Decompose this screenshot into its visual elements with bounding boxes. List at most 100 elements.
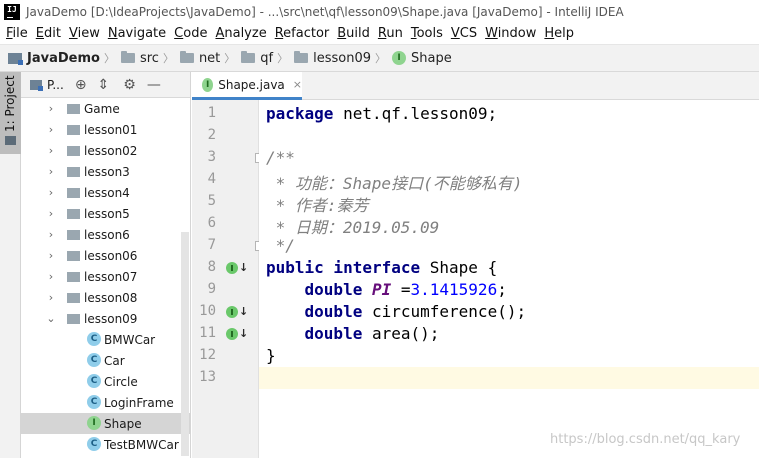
line-number: 3 (207, 149, 216, 165)
menu-edit[interactable]: Edit (33, 26, 66, 41)
breadcrumb-item-qf[interactable]: qf (241, 51, 273, 66)
locate-icon[interactable]: ⊕ (75, 77, 87, 93)
line-number: 11 (199, 325, 216, 341)
menu-analyze[interactable]: Analyze (212, 26, 271, 41)
breadcrumb-item-lesson09[interactable]: lesson09 (294, 51, 371, 66)
editor-tab-shape-java[interactable]: I Shape.java × (192, 72, 302, 100)
chevron-right-icon[interactable]: › (46, 123, 56, 136)
menu-vcs[interactable]: VCS (448, 26, 482, 41)
class-icon: C (87, 437, 101, 451)
project-panel-toolbar: P... ⊕ ⇕ ⚙ — (21, 72, 190, 98)
tree-item-label: lesson6 (84, 227, 130, 242)
tree-item-lesson06[interactable]: › lesson06 (21, 245, 190, 266)
chevron-right-icon[interactable]: › (46, 291, 56, 304)
breadcrumb-item-javademo[interactable]: JavaDemo (8, 51, 100, 66)
chevron-right-icon[interactable]: › (46, 207, 56, 220)
menu-refactor[interactable]: Refactor (272, 26, 335, 41)
menu-navigate[interactable]: Navigate (105, 26, 171, 41)
tree-item-lesson02[interactable]: › lesson02 (21, 140, 190, 161)
menu-help[interactable]: Help (541, 26, 579, 41)
chevron-right-icon[interactable]: › (46, 228, 56, 241)
close-icon[interactable]: × (293, 78, 302, 91)
chevron-right-icon[interactable]: › (46, 270, 56, 283)
implemented-by-icon[interactable]: I (226, 306, 238, 318)
menu-window[interactable]: Window (482, 26, 541, 41)
tree-item-lesson07[interactable]: › lesson07 (21, 266, 190, 287)
minimize-icon[interactable]: — (147, 77, 161, 93)
breadcrumb-item-shape[interactable]: I Shape (392, 51, 452, 66)
code-editor[interactable]: package net.qf.lesson09; /** * 功能：Shape接口… (259, 100, 759, 458)
line-number: 4 (207, 171, 216, 187)
folder-icon (67, 167, 80, 177)
tree-item-label: LoginFrame (104, 395, 174, 410)
line-number: 13 (199, 369, 216, 385)
tree-item-shape[interactable]: I Shape (21, 413, 190, 434)
code-token: PI (371, 280, 392, 299)
chevron-right-icon[interactable]: › (46, 186, 56, 199)
code-token: } (266, 346, 276, 365)
code-token: */ (266, 236, 295, 255)
tree-item-lesson4[interactable]: › lesson4 (21, 182, 190, 203)
tree-item-game[interactable]: › Game (21, 98, 190, 119)
tree-item-testbmwcar[interactable]: C TestBMWCar (21, 434, 190, 455)
tree-item-lesson3[interactable]: › lesson3 (21, 161, 190, 182)
menu-code[interactable]: Code (171, 26, 212, 41)
tree-item-loginframe[interactable]: C LoginFrame (21, 392, 190, 413)
arrow-down-icon: ↓ (239, 327, 249, 340)
project-tool-tab[interactable]: 1: Project (0, 72, 21, 154)
implemented-by-icon[interactable]: I (226, 328, 238, 340)
code-line: * 作者:秦芳 (266, 192, 369, 215)
tree-item-bmwcar[interactable]: C BMWCar (21, 329, 190, 350)
folder-icon (67, 314, 80, 324)
chevron-right-icon[interactable]: › (46, 165, 56, 178)
breadcrumb-item-net[interactable]: net (179, 51, 220, 66)
tree-item-label: TestBMWCar (104, 437, 179, 452)
project-view-selector[interactable]: P... (30, 78, 64, 92)
folder-icon (67, 104, 80, 114)
menu-bar: File Edit View Navigate Code Analyze Refactor B… (0, 23, 759, 44)
code-line: * 功能：Shape接口(不能够私有) (266, 170, 523, 193)
line-number: 2 (207, 127, 216, 143)
collapse-icon[interactable]: ⇕ (98, 77, 110, 93)
menu-view[interactable]: View (66, 26, 105, 41)
menu-file[interactable]: File (3, 26, 33, 41)
menu-run[interactable]: Run (375, 26, 408, 41)
project-tree-scrollbar[interactable] (181, 232, 189, 456)
code-line: */ (266, 236, 295, 258)
tree-item-lesson6[interactable]: › lesson6 (21, 224, 190, 245)
tree-item-circle[interactable]: C Circle (21, 371, 190, 392)
breadcrumb-item-src[interactable]: src (120, 51, 159, 66)
window-title: JavaDemo [D:\IdeaProjects\JavaDemo] - ..… (26, 4, 624, 19)
line-number: 7 (207, 237, 216, 253)
tree-item-lesson08[interactable]: › lesson08 (21, 287, 190, 308)
tree-item-lesson5[interactable]: › lesson5 (21, 203, 190, 224)
menu-build[interactable]: Build (334, 26, 375, 41)
chevron-right-icon[interactable]: › (46, 144, 56, 157)
menu-tools[interactable]: Tools (408, 26, 448, 41)
title-bar: IJ JavaDemo [D:\IdeaProjects\JavaDemo] -… (0, 0, 759, 23)
chevron-right-icon[interactable]: › (46, 102, 56, 115)
chevron-down-icon[interactable]: ⌄ (46, 312, 56, 325)
editor-tab-label: Shape.java (218, 77, 285, 92)
folder-icon (5, 136, 16, 145)
class-icon: C (87, 395, 101, 409)
tree-item-car[interactable]: C Car (21, 350, 190, 371)
tree-item-label: lesson3 (84, 164, 130, 179)
class-icon: C (87, 332, 101, 346)
implemented-by-icon[interactable]: I (226, 262, 238, 274)
tree-item-label: lesson06 (84, 248, 138, 263)
code-token: circumference(); (371, 302, 527, 321)
line-number: 1 (207, 105, 216, 121)
code-token: area(); (371, 324, 440, 343)
chevron-right-icon[interactable]: › (46, 249, 56, 262)
tree-item-lesson01[interactable]: › lesson01 (21, 119, 190, 140)
editor-gutter: 1 2 3 4 5 6 7 8 9 10 11 12 13 I ↓ I ↓ I ↓ (192, 100, 264, 458)
code-token: public interface (266, 258, 430, 277)
breadcrumb-label: qf (260, 50, 274, 66)
code-line: /** (266, 148, 295, 170)
gear-icon[interactable]: ⚙ (123, 77, 136, 93)
tree-item-lesson09[interactable]: ⌄ lesson09 (21, 308, 190, 329)
